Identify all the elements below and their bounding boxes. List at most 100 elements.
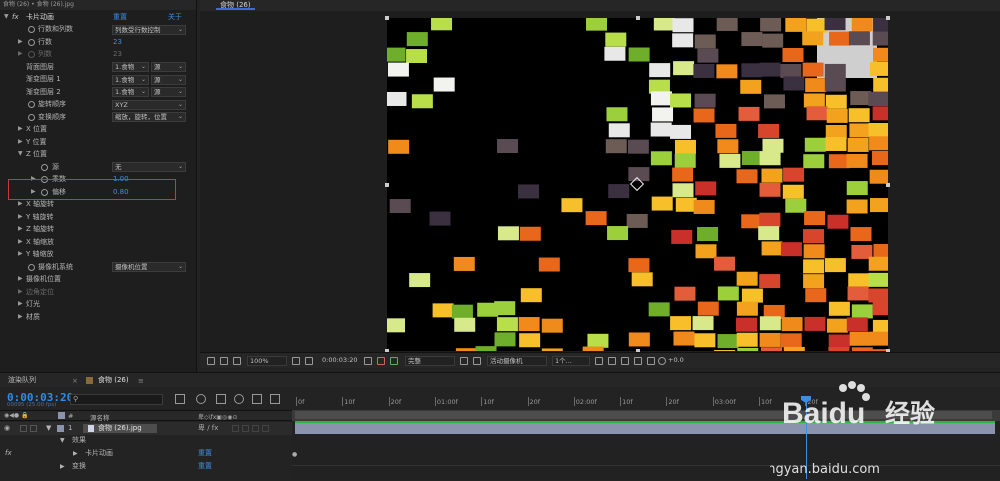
stopwatch-icon[interactable]: [41, 163, 48, 171]
grad2-src-dropdown[interactable]: 源 ⌄: [151, 87, 186, 97]
exposure-value[interactable]: +0.0: [668, 355, 684, 366]
checker-icon[interactable]: [473, 357, 481, 365]
mask-icon[interactable]: [233, 357, 241, 365]
fx-icon[interactable]: fx: [12, 11, 19, 24]
chevron-right-icon[interactable]: ▶: [18, 123, 23, 136]
corner-handle[interactable]: [385, 16, 389, 20]
3d-icon[interactable]: [621, 357, 629, 365]
rowcol-dropdown[interactable]: 列数受行数控制 ⌄: [112, 24, 186, 35]
switch-box[interactable]: [242, 425, 249, 432]
prop-yrot[interactable]: ▶ Y 轴旋转: [0, 211, 196, 224]
prop-xpos[interactable]: ▶ X 位置: [0, 123, 196, 136]
layer-search-input[interactable]: ⚲: [70, 394, 163, 405]
source-name-header[interactable]: 源名称: [90, 412, 110, 422]
effect-header-row[interactable]: ▼ fx 卡片动画 重置 关于: [0, 11, 196, 24]
layout-icon[interactable]: [595, 357, 603, 365]
chevron-right-icon[interactable]: ▶: [73, 447, 78, 460]
vr-icon[interactable]: [220, 357, 228, 365]
camera-icon[interactable]: [364, 357, 372, 365]
chevron-right-icon[interactable]: ▶: [18, 211, 23, 224]
back-layer-dropdown[interactable]: 1.食物 ⌄: [112, 62, 149, 72]
always-preview-icon[interactable]: [207, 357, 215, 365]
transform-reset-link[interactable]: 重置: [198, 460, 212, 473]
prop-light[interactable]: ▶ 灯光: [0, 298, 196, 311]
transparency-icon[interactable]: [305, 357, 313, 365]
close-icon[interactable]: ×: [72, 377, 78, 385]
switch-box[interactable]: [262, 425, 269, 432]
resolution-dropdown[interactable]: 完整: [405, 356, 455, 366]
source-dropdown[interactable]: 无 ⌄: [112, 162, 186, 172]
effect-item-row[interactable]: fx ▶ 卡片动画 重置: [0, 447, 292, 460]
edge-handle[interactable]: [636, 16, 640, 20]
views-dropdown[interactable]: 1个...: [552, 356, 590, 366]
corner-handle[interactable]: [886, 16, 890, 20]
prop-corner-pins[interactable]: ▶ 边角定位: [0, 286, 196, 299]
audio-toggle[interactable]: [20, 425, 27, 432]
cam-system-dropdown[interactable]: 摄像机位置 ⌄: [112, 262, 186, 272]
prop-zrot[interactable]: ▶ Z 轴旋转: [0, 223, 196, 236]
rot-order-dropdown[interactable]: XYZ ⌄: [112, 99, 186, 110]
chevron-right-icon[interactable]: ▶: [18, 311, 23, 324]
chevron-right-icon[interactable]: ▶: [60, 460, 65, 473]
stopwatch-icon[interactable]: [28, 26, 35, 33]
effects-group-row[interactable]: ▼ 效果: [0, 434, 292, 447]
edge-handle[interactable]: [385, 183, 389, 187]
chevron-right-icon[interactable]: ▶: [18, 286, 23, 299]
tab-composition[interactable]: 食物 (26): [216, 0, 255, 10]
reset-link[interactable]: 重置: [113, 11, 127, 24]
chevron-down-icon[interactable]: ▼: [60, 434, 65, 447]
stopwatch-icon[interactable]: [28, 38, 35, 46]
about-link[interactable]: 关于: [168, 11, 182, 24]
effect-reset-link[interactable]: 重置: [198, 447, 212, 460]
tab-render-queue[interactable]: 渲染队列: [8, 373, 36, 388]
prop-ypos[interactable]: ▶ Y 位置: [0, 136, 196, 149]
pixel-icon[interactable]: [647, 357, 655, 365]
back-src-dropdown[interactable]: 源 ⌄: [151, 62, 186, 72]
snapshot-icon[interactable]: [608, 357, 616, 365]
current-time[interactable]: 0:00:03:20: [322, 355, 358, 366]
label-color-icon[interactable]: [57, 425, 64, 432]
draft-3d-icon[interactable]: [196, 394, 206, 404]
solo-toggle[interactable]: [30, 425, 37, 432]
tab-composition-timeline[interactable]: 食物 (26): [98, 373, 129, 388]
comp-mini-flowchart-icon[interactable]: [175, 394, 185, 404]
grid-icon[interactable]: [292, 357, 300, 365]
edge-handle[interactable]: [886, 183, 890, 187]
xform-order-dropdown[interactable]: 缩放，旋转，位置 ⌄: [112, 112, 186, 122]
menu-icon[interactable]: ≡: [138, 377, 144, 385]
grad2-dropdown[interactable]: 1.食物 ⌄: [112, 87, 149, 97]
stopwatch-icon[interactable]: [28, 113, 35, 121]
channel-icon[interactable]: [377, 357, 385, 365]
camera-dropdown[interactable]: 活动摄像机: [487, 356, 547, 366]
prop-zpos[interactable]: ▼ Z 位置: [0, 148, 196, 161]
transform-row[interactable]: ▶ 变换 重置: [0, 460, 292, 473]
flowchart-icon[interactable]: [634, 357, 642, 365]
fx-icon[interactable]: fx: [5, 447, 12, 460]
frame-blend-icon[interactable]: [234, 394, 244, 404]
grad1-src-dropdown[interactable]: 源 ⌄: [151, 74, 186, 85]
stopwatch-icon[interactable]: [28, 101, 35, 108]
chevron-right-icon[interactable]: ▶: [18, 298, 23, 311]
chevron-down-icon[interactable]: ▼: [4, 11, 9, 24]
prop-yscale[interactable]: ▶ Y 轴缩放: [0, 248, 196, 261]
prop-material[interactable]: ▶ 材质: [0, 311, 196, 324]
stopwatch-icon[interactable]: [28, 263, 35, 271]
chevron-right-icon[interactable]: ▶: [18, 223, 23, 236]
zoom-dropdown[interactable]: 100%: [247, 356, 287, 366]
graph-editor-icon[interactable]: [270, 394, 280, 404]
switch-box[interactable]: [252, 425, 259, 432]
grad1-dropdown[interactable]: 1.食物 ⌄: [112, 74, 149, 85]
motion-blur-icon[interactable]: [252, 394, 262, 404]
prop-cam-pos[interactable]: ▶ 摄像机位置: [0, 273, 196, 286]
chevron-down-icon[interactable]: ▼: [18, 148, 23, 161]
chevron-right-icon[interactable]: ▶: [18, 36, 23, 49]
rows-value[interactable]: 23: [113, 36, 122, 49]
keyframe-dot[interactable]: ●: [292, 451, 297, 458]
color-icon[interactable]: [390, 357, 398, 365]
chevron-right-icon[interactable]: ▶: [18, 273, 23, 286]
chevron-right-icon[interactable]: ▶: [18, 236, 23, 249]
chevron-right-icon[interactable]: ▶: [18, 248, 23, 261]
switch-box[interactable]: [232, 425, 239, 432]
prop-xscale[interactable]: ▶ X 轴缩放: [0, 236, 196, 249]
chevron-right-icon[interactable]: ▶: [18, 136, 23, 149]
